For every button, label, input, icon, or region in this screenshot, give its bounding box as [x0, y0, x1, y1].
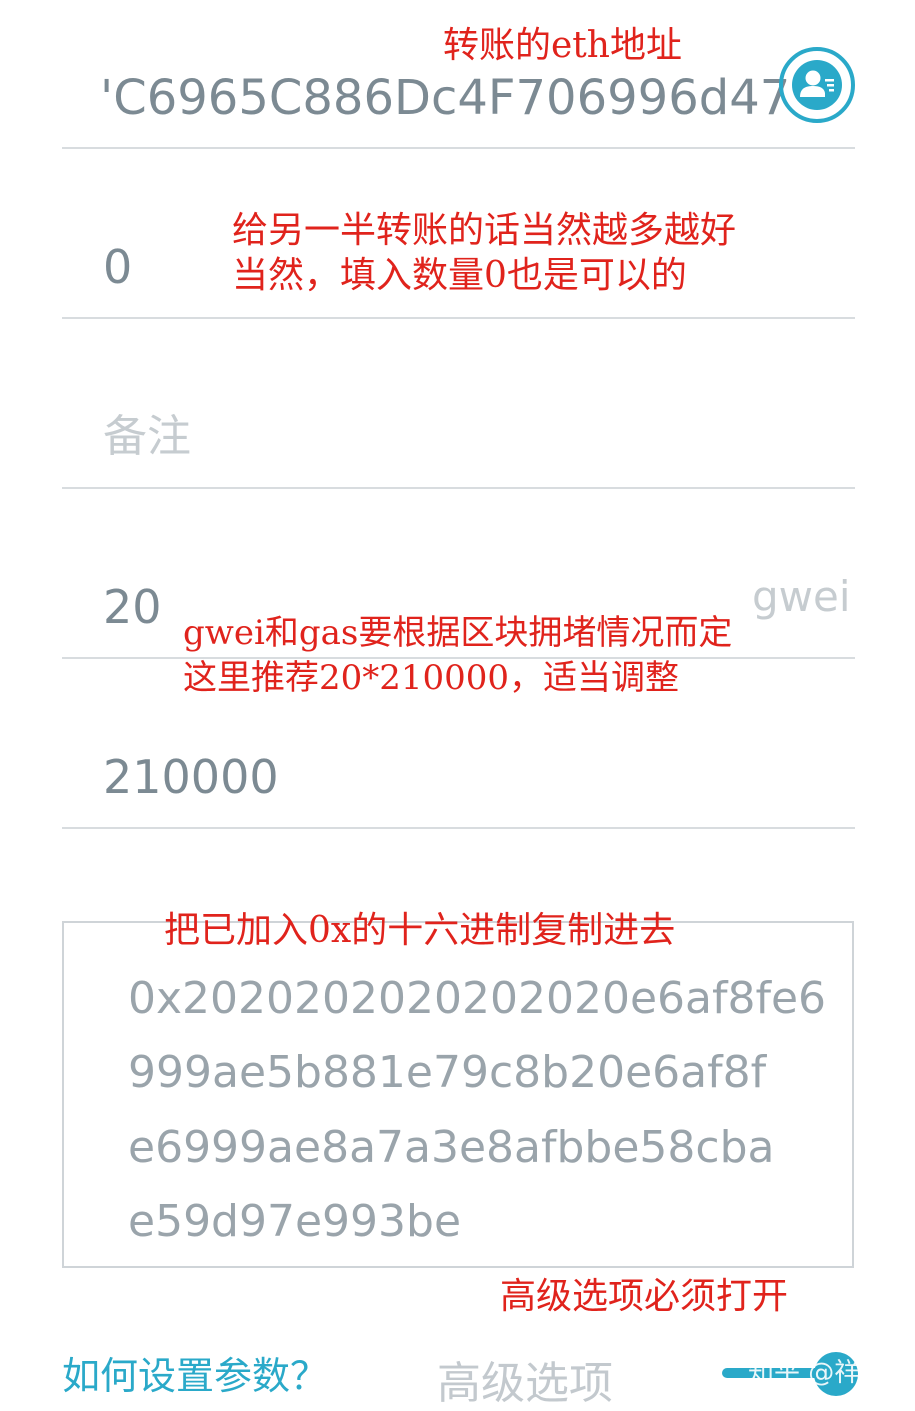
note-input[interactable]: 备注 — [103, 400, 191, 464]
gas-price-unit: gwei — [752, 572, 851, 621]
annotation-amount-1: 给另一半转账的话当然越多越好 — [232, 210, 737, 251]
advanced-options-label: 高级选项 — [437, 1358, 613, 1409]
annotation-advanced: 高级选项必须打开 — [500, 1276, 789, 1317]
annotation-gas-1: gwei和gas要根据区块拥堵情况而定 — [183, 613, 733, 653]
annotation-data: 把已加入0x的十六进制复制进去 — [164, 910, 676, 951]
annotation-amount-2: 当然，填入数量0也是可以的 — [232, 255, 687, 296]
data-line: e59d97e993be — [128, 1196, 462, 1247]
annotation-address: 转账的eth地址 — [443, 25, 682, 66]
how-to-set-params-link[interactable]: 如何设置参数？ — [62, 1345, 328, 1400]
data-line: 999ae5b881e79c8b20e6af8f — [128, 1047, 767, 1098]
amount-divider — [62, 317, 855, 319]
gas-limit-divider — [62, 827, 855, 829]
note-divider — [62, 487, 855, 489]
address-input[interactable]: 'C6965C886Dc4F706996d47 — [100, 70, 790, 126]
watermark: 知乎 @祥忠 — [748, 1358, 887, 1388]
gas-limit-input[interactable]: 210000 — [103, 750, 279, 804]
data-textarea[interactable]: 0x2020202020202020e6af8fe6 999ae5b881e79… — [62, 921, 854, 1268]
amount-input[interactable]: 0 — [103, 240, 132, 294]
data-line: 0x2020202020202020e6af8fe6 — [128, 973, 827, 1024]
annotation-gas-2: 这里推荐20*210000，适当调整 — [183, 658, 680, 698]
data-line: e6999ae8a7a3e8afbbe58cba — [128, 1122, 775, 1173]
contacts-button[interactable] — [779, 47, 855, 123]
address-divider — [62, 147, 855, 149]
contact-book-icon — [792, 60, 842, 110]
gas-price-input[interactable]: 20 — [103, 580, 162, 634]
